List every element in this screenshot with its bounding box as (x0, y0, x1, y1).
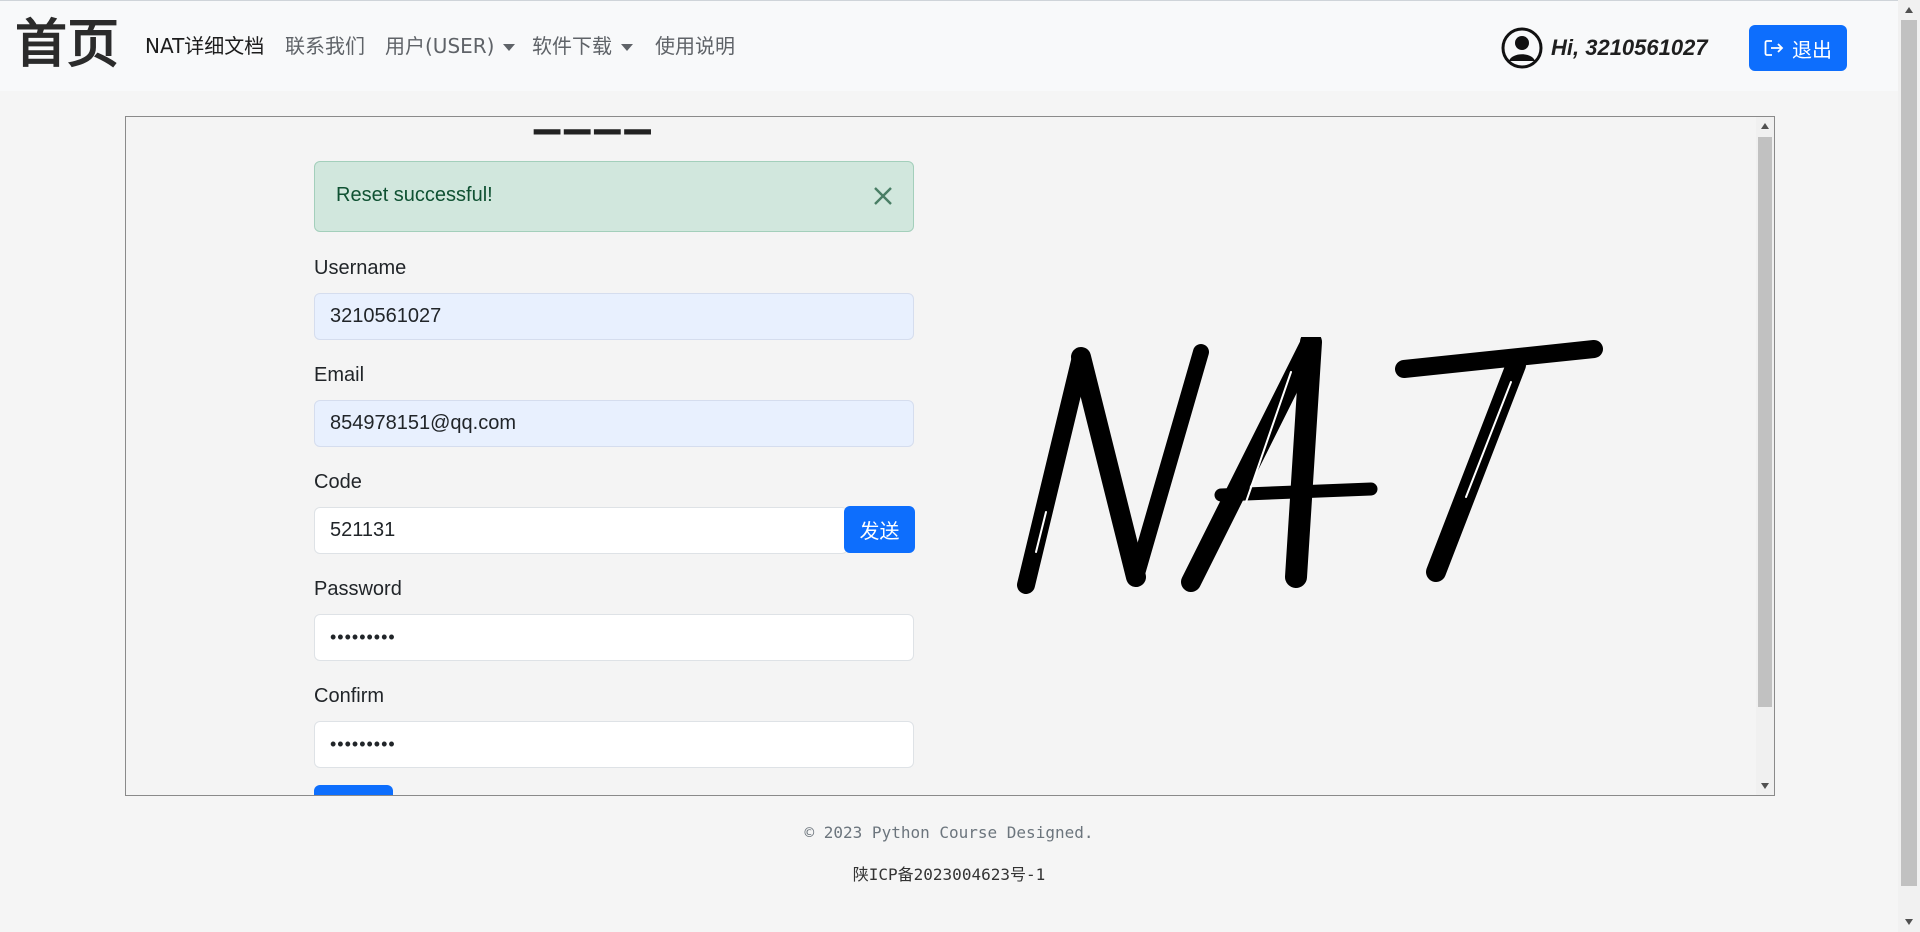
page-scroll-up-arrow-icon[interactable] (1905, 7, 1913, 13)
nav-link-contact[interactable]: 联系我们 (285, 32, 365, 60)
page-scroll-thumb[interactable] (1901, 20, 1917, 886)
nav-link-usage[interactable]: 使用说明 (655, 32, 735, 60)
confirm-input[interactable]: ••••••••• (314, 721, 914, 768)
logout-label: 退出 (1792, 37, 1832, 62)
nav-dropdown-user-label: 用户(USER) (385, 34, 495, 58)
brand-home-link[interactable]: 首页 (15, 15, 119, 75)
content-frame: ▁▁▁▁ Reset successful! Username 32105610… (125, 116, 1775, 796)
code-label: Code (314, 471, 362, 493)
nav-link-docs[interactable]: NAT详细文档 (145, 32, 264, 60)
code-input[interactable]: 521131 (314, 507, 848, 554)
email-label: Email (314, 364, 365, 386)
nav-dropdown-download[interactable]: 软件下载 (532, 32, 633, 60)
caret-down-icon (621, 44, 633, 51)
close-icon[interactable] (871, 184, 895, 208)
scroll-down-arrow-icon[interactable] (1761, 783, 1769, 789)
caret-down-icon (503, 44, 516, 51)
page-scrollbar[interactable] (1898, 0, 1920, 932)
reset-form: Reset successful! Username 3210561027 Em… (314, 161, 915, 795)
email-input[interactable]: 854978151@qq.com (314, 400, 914, 447)
nav-dropdown-download-label: 软件下载 (532, 34, 612, 58)
page-scroll-down-arrow-icon[interactable] (1905, 919, 1913, 925)
nav-dropdown-user[interactable]: 用户(USER) (385, 32, 516, 60)
send-code-button[interactable]: 发送 (844, 506, 915, 553)
confirm-label: Confirm (314, 685, 385, 707)
password-input[interactable]: ••••••••• (314, 614, 914, 661)
user-avatar-icon (1501, 27, 1543, 69)
logout-icon (1764, 40, 1784, 56)
username-input[interactable]: 3210561027 (314, 293, 914, 340)
username-label: Username (314, 257, 407, 279)
alert-message: Reset successful! (336, 184, 493, 206)
logout-button[interactable]: 退出 (1749, 25, 1847, 71)
inner-scrollbar[interactable] (1756, 117, 1774, 795)
user-greeting: Hi, 3210561027 (1551, 35, 1708, 60)
scroll-up-arrow-icon[interactable] (1761, 123, 1769, 129)
inner-scroll-thumb[interactable] (1758, 137, 1772, 707)
top-navbar: 首页 NAT详细文档 联系我们 用户(USER) 软件下载 使用说明 Hi, 3… (0, 0, 1898, 91)
nat-logo-image (1017, 337, 1603, 594)
footer-copyright: © 2023 Python Course Designed. (804, 823, 1094, 842)
password-label: Password (314, 578, 402, 600)
submit-button[interactable] (314, 785, 393, 795)
cut-off-heading: ▁▁▁▁ (534, 117, 655, 135)
footer-icp-link[interactable]: 陕ICP备2023004623号-1 (0, 861, 1898, 885)
success-alert: Reset successful! (314, 161, 914, 232)
